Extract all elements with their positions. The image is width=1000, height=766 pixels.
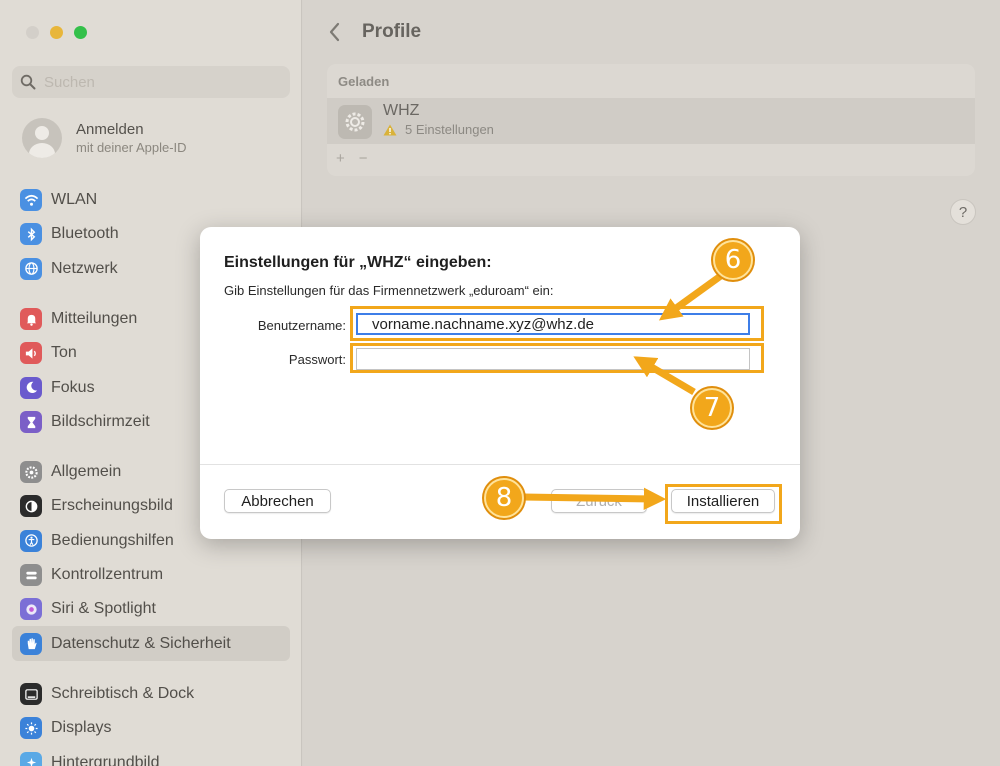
sidebar-item-label: Siri & Spotlight xyxy=(51,600,156,618)
sidebar-item-datenschutz-sicherheit[interactable]: Datenschutz & Sicherheit xyxy=(12,626,290,661)
profile-row-whz[interactable]: WHZ 5 Einstellungen xyxy=(327,98,975,144)
accessibility-icon xyxy=(20,529,42,552)
sidebar-item-displays[interactable]: Displays xyxy=(12,711,290,745)
step-7-callout: 7 xyxy=(692,388,732,428)
bluetooth-icon xyxy=(20,223,42,246)
sidebar-item-label: Mitteilungen xyxy=(51,310,138,328)
sidebar-item-label: Bluetooth xyxy=(51,225,119,243)
profile-list-controls: + − xyxy=(336,150,368,167)
sidebar-item-label: Schreibtisch & Dock xyxy=(51,685,195,703)
sidebar-item-label: WLAN xyxy=(51,191,98,209)
sidebar-item-wlan[interactable]: WLAN xyxy=(12,183,290,217)
profiles-list: Geladen WHZ 5 Einstellungen + − xyxy=(327,64,975,176)
window-controls xyxy=(26,26,87,39)
sidebar-item-hintergrundbild[interactable]: Hintergrundbild xyxy=(12,746,290,766)
username-label: Benutzername: xyxy=(257,318,346,333)
account-title: Anmelden xyxy=(76,121,144,138)
page-title: Profile xyxy=(362,21,422,42)
sidebar-item-label: Allgemein xyxy=(51,463,122,481)
warning-icon xyxy=(383,124,397,135)
sidebar-item-siri-spotlight[interactable]: Siri & Spotlight xyxy=(12,592,290,626)
help-button[interactable]: ? xyxy=(950,199,976,225)
hourglass-icon xyxy=(20,411,42,434)
dialog-divider xyxy=(200,464,800,465)
zoom-window-button[interactable] xyxy=(74,26,87,39)
apple-id-signin[interactable]: Anmelden mit deiner Apple-ID xyxy=(22,118,187,158)
dialog-title: Einstellungen für „WHZ“ eingeben: xyxy=(224,254,492,271)
back-chevron-icon[interactable] xyxy=(325,20,345,44)
minimize-window-button[interactable] xyxy=(50,26,63,39)
search-icon xyxy=(20,74,36,90)
gear-icon xyxy=(20,461,42,484)
globe-icon xyxy=(20,257,42,280)
avatar xyxy=(22,118,62,158)
sidebar-item-label: Kontrollzentrum xyxy=(51,566,164,584)
control-center-icon xyxy=(20,564,42,587)
back-button[interactable]: Zurück xyxy=(551,489,647,513)
sidebar-item-label: Bedienungshilfen xyxy=(51,531,174,549)
sidebar-item-label: Bildschirmzeit xyxy=(51,413,150,431)
sidebar-item-label: Erscheinungsbild xyxy=(51,497,173,515)
password-label: Passwort: xyxy=(288,352,346,367)
dialog-subtitle: Gib Einstellungen für das Firmennetzwerk… xyxy=(224,283,554,298)
siri-icon xyxy=(20,598,42,621)
speaker-icon xyxy=(20,342,42,365)
step-6-callout: 6 xyxy=(713,240,753,280)
sidebar-item-schreibtisch-dock[interactable]: Schreibtisch & Dock xyxy=(12,677,290,711)
highlight-username xyxy=(350,306,764,341)
profile-name: WHZ xyxy=(383,102,420,119)
profile-settings-label: 5 Einstellungen xyxy=(405,122,494,137)
sidebar-item-label: Datenschutz & Sicherheit xyxy=(51,634,231,652)
remove-profile-button[interactable]: − xyxy=(359,150,368,167)
sidebar-item-kontrollzentrum[interactable]: Kontrollzentrum xyxy=(12,558,290,592)
sidebar-item-label: Displays xyxy=(51,719,112,737)
search-input[interactable] xyxy=(44,73,274,91)
wallpaper-icon xyxy=(20,751,42,766)
profile-settings-count: 5 Einstellungen xyxy=(383,122,494,137)
step-8-callout: 8 xyxy=(484,478,524,518)
hand-icon xyxy=(20,632,42,655)
account-subtitle: mit deiner Apple-ID xyxy=(76,140,187,155)
section-label: Geladen xyxy=(338,74,390,89)
sidebar-item-label: Ton xyxy=(51,344,77,362)
highlight-password xyxy=(350,343,764,373)
close-window-button[interactable] xyxy=(26,26,39,39)
highlight-install xyxy=(665,484,782,524)
sidebar-item-label: Netzwerk xyxy=(51,259,118,277)
sidebar-item-label: Fokus xyxy=(51,378,95,396)
appearance-icon xyxy=(20,495,42,518)
profile-gear-icon xyxy=(338,105,372,139)
sidebar-item-label: Hintergrundbild xyxy=(51,753,160,766)
sun-icon xyxy=(20,717,42,740)
add-profile-button[interactable]: + xyxy=(336,150,345,167)
sidebar-group-desktop: Schreibtisch & Dock Displays Hintergrund… xyxy=(12,677,290,766)
dock-icon xyxy=(20,683,42,706)
cancel-button[interactable]: Abbrechen xyxy=(224,489,331,513)
wifi-icon xyxy=(20,189,42,212)
search-field[interactable] xyxy=(12,66,290,98)
bell-icon xyxy=(20,308,42,331)
moon-icon xyxy=(20,376,42,399)
